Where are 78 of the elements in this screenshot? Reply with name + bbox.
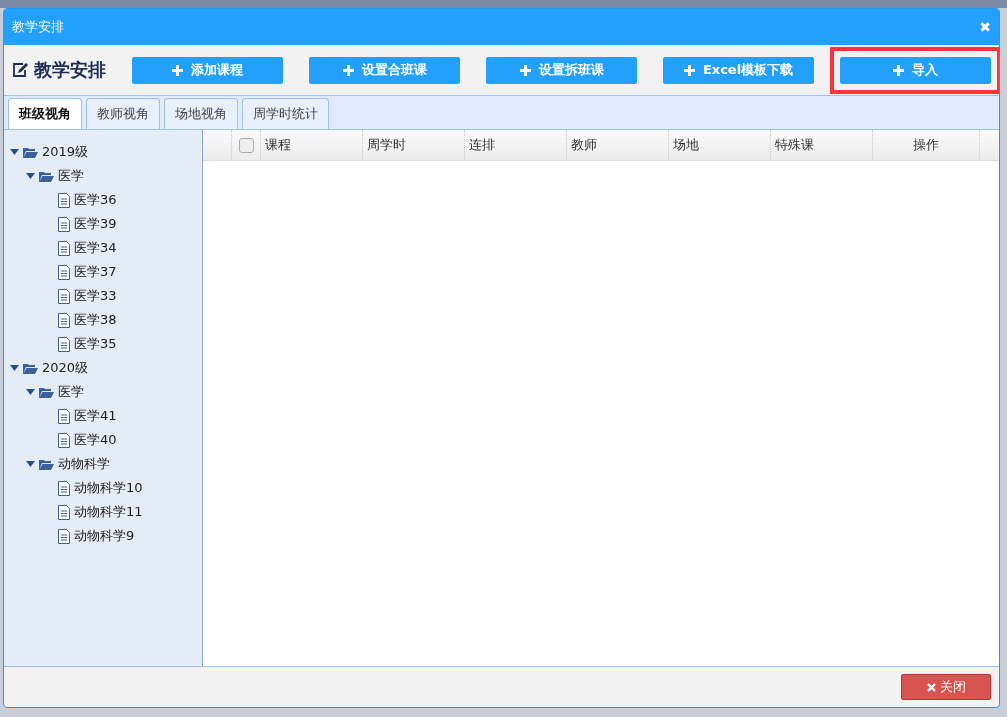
column-header[interactable]: 课程 xyxy=(265,136,291,154)
folder-icon xyxy=(39,458,54,470)
document-icon xyxy=(58,240,70,256)
column-header[interactable]: 周学时 xyxy=(367,136,406,154)
folder-icon xyxy=(23,146,38,158)
plus-icon xyxy=(519,64,531,76)
tab[interactable]: 周学时统计 xyxy=(242,98,329,129)
folder-icon xyxy=(23,362,38,374)
tree-item[interactable]: 医学 xyxy=(4,380,202,404)
page-heading: 教学安排 xyxy=(34,58,106,82)
tree-item[interactable]: 医学40 xyxy=(4,428,202,452)
caret-icon[interactable] xyxy=(26,389,35,395)
caret-icon[interactable] xyxy=(10,365,19,371)
tree-item[interactable]: 医学41 xyxy=(4,404,202,428)
tree-item-label: 医学36 xyxy=(74,191,117,209)
tree-item-label: 动物科学9 xyxy=(74,527,135,545)
caret-icon[interactable] xyxy=(26,461,35,467)
tree-item[interactable]: 医学34 xyxy=(4,236,202,260)
tree-item[interactable]: 动物科学9 xyxy=(4,524,202,548)
tab[interactable]: 教师视角 xyxy=(86,98,160,129)
folder-icon xyxy=(39,386,54,398)
tree-item-label: 医学34 xyxy=(74,239,117,257)
document-icon xyxy=(58,288,70,304)
tree-item[interactable]: 动物科学10 xyxy=(4,476,202,500)
document-icon xyxy=(58,192,70,208)
tree-item-label: 医学41 xyxy=(74,407,117,425)
document-icon xyxy=(58,216,70,232)
tree-item-label: 2019级 xyxy=(42,143,89,161)
tree-item[interactable]: 医学39 xyxy=(4,212,202,236)
tree-item-label: 动物科学10 xyxy=(74,479,143,497)
tree-item[interactable]: 动物科学11 xyxy=(4,500,202,524)
edit-icon xyxy=(12,62,29,78)
plus-icon xyxy=(172,64,183,76)
plus-icon xyxy=(683,64,695,76)
document-icon xyxy=(58,528,70,544)
caret-icon[interactable] xyxy=(10,149,19,155)
tree-item[interactable]: 医学38 xyxy=(4,308,202,332)
plus-icon xyxy=(893,64,904,76)
document-icon xyxy=(58,264,70,280)
tree-item-label: 医学39 xyxy=(74,215,117,233)
column-header[interactable]: 特殊课 xyxy=(775,136,814,154)
document-icon xyxy=(58,408,70,424)
plus-icon xyxy=(342,64,354,76)
tree-item-label: 医学33 xyxy=(74,287,117,305)
tree-item[interactable]: 医学 xyxy=(4,164,202,188)
tree-item[interactable]: 医学36 xyxy=(4,188,202,212)
tree-item-label: 医学40 xyxy=(74,431,117,449)
caret-icon[interactable] xyxy=(26,173,35,179)
close-icon xyxy=(926,682,936,692)
tree-item-label: 动物科学11 xyxy=(74,503,143,521)
document-icon xyxy=(58,312,70,328)
column-header[interactable]: 场地 xyxy=(673,136,699,154)
column-header[interactable]: 连排 xyxy=(469,136,495,154)
tree-item-label: 医学35 xyxy=(74,335,117,353)
document-icon xyxy=(58,504,70,520)
tree-item-label: 动物科学 xyxy=(58,455,110,473)
tree-item[interactable]: 医学35 xyxy=(4,332,202,356)
tree-item-label: 2020级 xyxy=(42,359,89,377)
tab[interactable]: 场地视角 xyxy=(164,98,238,129)
column-header[interactable]: 操作 xyxy=(913,136,939,154)
checkbox[interactable] xyxy=(238,137,254,153)
window-title: 教学安排 xyxy=(12,18,64,36)
tree-item-label: 医学37 xyxy=(74,263,117,281)
tree-item[interactable]: 医学33 xyxy=(4,284,202,308)
tree-item[interactable]: 医学37 xyxy=(4,260,202,284)
folder-icon xyxy=(39,170,54,182)
tab[interactable]: 班级视角 xyxy=(8,98,82,129)
tree-item-label: 医学 xyxy=(58,167,84,185)
tree-item[interactable]: 动物科学 xyxy=(4,452,202,476)
document-icon xyxy=(58,480,70,496)
tree-item-label: 医学 xyxy=(58,383,84,401)
document-icon xyxy=(58,336,70,352)
tree-item-label: 医学38 xyxy=(74,311,117,329)
document-icon xyxy=(58,432,70,448)
tree-item[interactable]: 2019级 xyxy=(4,140,202,164)
column-header[interactable]: 教师 xyxy=(571,136,597,154)
close-dialog-button[interactable]: 关闭 xyxy=(901,674,991,700)
tree-item[interactable]: 2020级 xyxy=(4,356,202,380)
